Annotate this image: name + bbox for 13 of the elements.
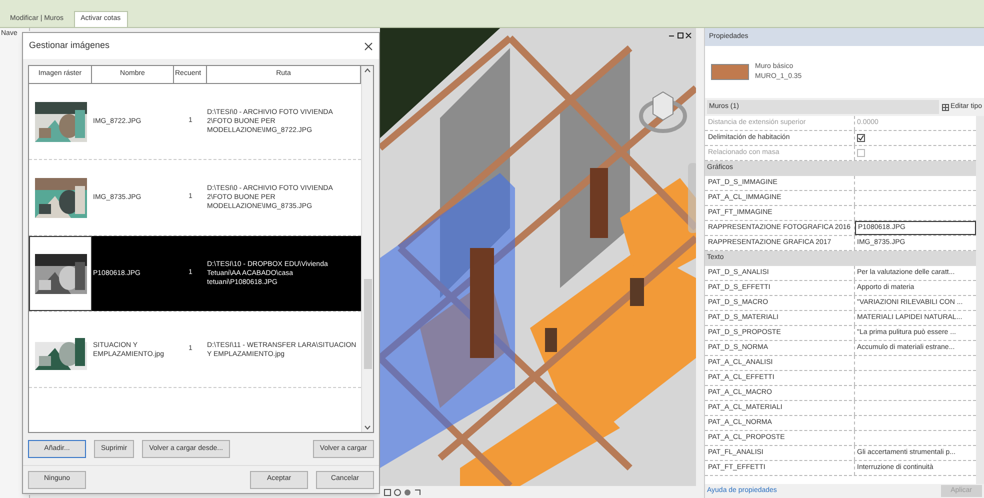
edit-type-icon[interactable] [942,104,950,110]
model-view-drawing[interactable] [380,28,696,486]
dialog-title: Gestionar imágenes [29,39,110,52]
material-swatch [711,64,749,80]
close-icon[interactable] [364,42,373,50]
scroll-bar[interactable] [976,116,984,484]
window-controls-icon[interactable] [668,32,692,39]
view-scroll-bar[interactable] [696,28,704,486]
scroll-bar[interactable] [361,66,373,432]
checkbox[interactable] [857,134,865,142]
scroll-down-icon[interactable] [364,425,371,430]
scroll-thumb[interactable] [364,279,372,369]
scroll-up-icon[interactable] [364,68,371,73]
